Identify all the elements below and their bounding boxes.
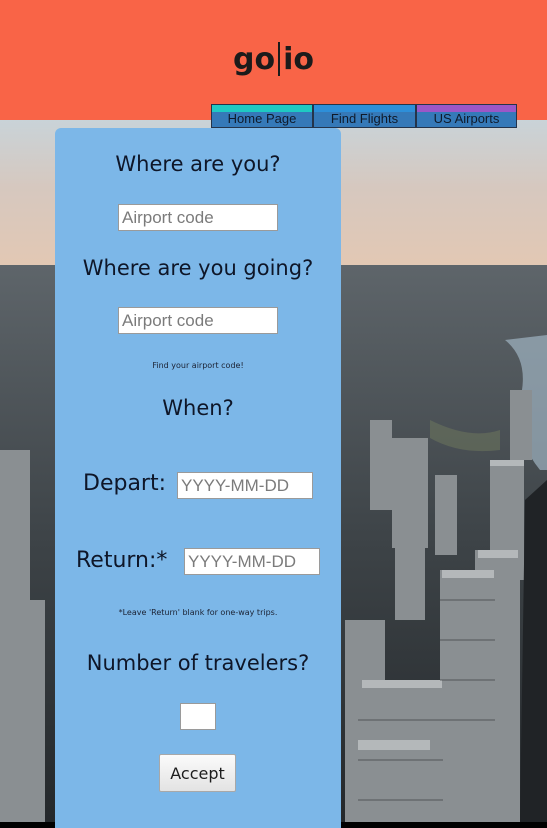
destination-question: Where are you going?	[82, 256, 314, 280]
main-nav: Home Page Find Flights US Airports	[211, 104, 517, 130]
site-header: go io	[0, 0, 547, 120]
nav-home-page[interactable]: Home Page	[211, 104, 313, 128]
origin-airport-input[interactable]	[118, 204, 278, 231]
travelers-count-input[interactable]	[180, 703, 216, 730]
depart-label: Depart:	[83, 471, 167, 496]
return-date-input[interactable]	[184, 548, 320, 575]
site-logo[interactable]: go io	[0, 42, 547, 77]
travelers-question: Number of travelers?	[86, 651, 310, 675]
nav-find-flights[interactable]: Find Flights	[313, 104, 416, 128]
when-heading: When?	[162, 396, 234, 420]
nav-us-airports[interactable]: US Airports	[416, 104, 517, 128]
destination-airport-input[interactable]	[118, 307, 278, 334]
find-airport-code-link[interactable]: Find your airport code!	[55, 361, 341, 370]
flight-search-panel: Where are you? Where are you going? Find…	[55, 128, 341, 828]
accept-button[interactable]: Accept	[159, 754, 236, 792]
return-note: *Leave 'Return' blank for one-way trips.	[118, 608, 278, 617]
origin-question: Where are you?	[115, 152, 281, 176]
return-label: Return:*	[76, 548, 168, 573]
depart-date-input[interactable]	[177, 472, 313, 499]
